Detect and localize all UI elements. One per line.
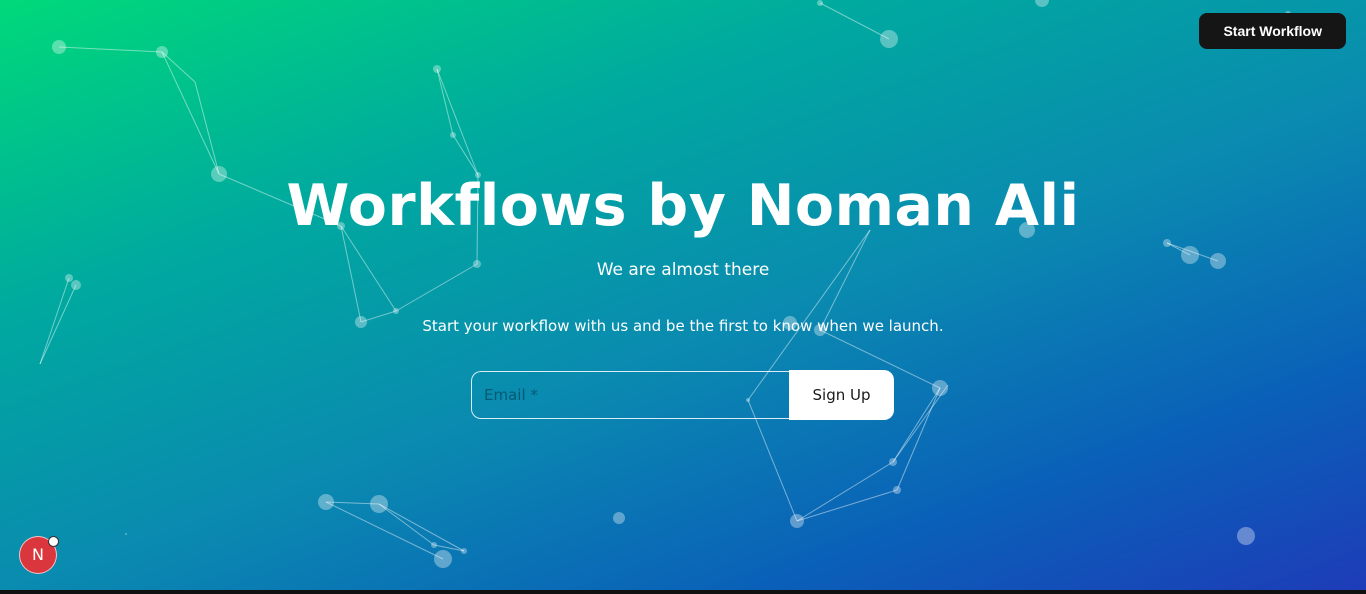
hero-section: Workflows by Noman Ali We are almost the… (0, 170, 1366, 337)
start-workflow-button[interactable]: Start Workflow (1199, 13, 1346, 49)
hero-subtitle: We are almost there (596, 260, 770, 280)
avatar-initial: N (32, 545, 44, 564)
page-title: Workflows by Noman Ali (286, 173, 1080, 239)
email-input[interactable] (471, 371, 789, 419)
hero-tagline: Start your workflow with us and be the f… (422, 317, 944, 335)
bottom-edge-bar (0, 590, 1366, 594)
signup-form: Sign Up (471, 370, 895, 421)
landing-page: Start Workflow Workflows by Noman Ali We… (0, 0, 1366, 590)
sign-up-button[interactable]: Sign Up (789, 370, 894, 420)
avatar[interactable]: N (19, 536, 59, 574)
status-dot-icon (48, 536, 59, 547)
